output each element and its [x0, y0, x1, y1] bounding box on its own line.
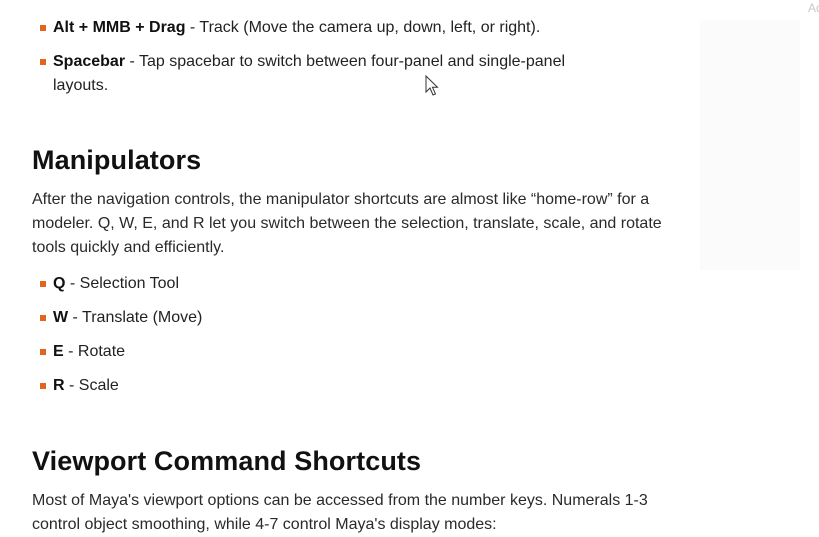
shortcut-description: - Translate (Move) — [68, 309, 203, 326]
list-item: Alt + MMB + Drag - Track (Move the camer… — [40, 16, 613, 40]
advertisement-placeholder — [700, 20, 800, 270]
shortcut-key: Spacebar — [53, 53, 126, 70]
list-item: R - Scale — [40, 374, 613, 398]
shortcut-description: - Tap spacebar to switch between four-pa… — [53, 53, 566, 94]
section-heading-viewport-shortcuts: Viewport Command Shortcuts — [32, 446, 422, 476]
shortcut-key: E — [53, 343, 64, 360]
section-heading-manipulators: Manipulators — [32, 145, 202, 175]
shortcut-description: - Selection Tool — [65, 275, 179, 292]
list-item: Spacebar - Tap spacebar to switch betwee… — [40, 50, 613, 98]
list-item: W - Translate (Move) — [40, 306, 613, 330]
shortcut-key: W — [53, 309, 69, 326]
section-paragraph: Most of Maya's viewport options can be a… — [32, 492, 648, 533]
section-paragraph: After the navigation controls, the manip… — [32, 191, 662, 256]
mouse-pointer-icon — [425, 75, 439, 96]
shortcut-description: - Track (Move the camera up, down, left,… — [185, 19, 541, 36]
list-item: Q - Selection Tool — [40, 272, 613, 296]
shortcut-key: Alt + MMB + Drag — [53, 19, 186, 36]
list-item: E - Rotate — [40, 340, 613, 364]
ad-label: Ad — [808, 1, 819, 15]
shortcut-key: R — [53, 377, 65, 394]
shortcut-key: Q — [53, 275, 66, 292]
shortcut-description: - Rotate — [63, 343, 126, 360]
shortcut-description: - Scale — [64, 377, 119, 394]
